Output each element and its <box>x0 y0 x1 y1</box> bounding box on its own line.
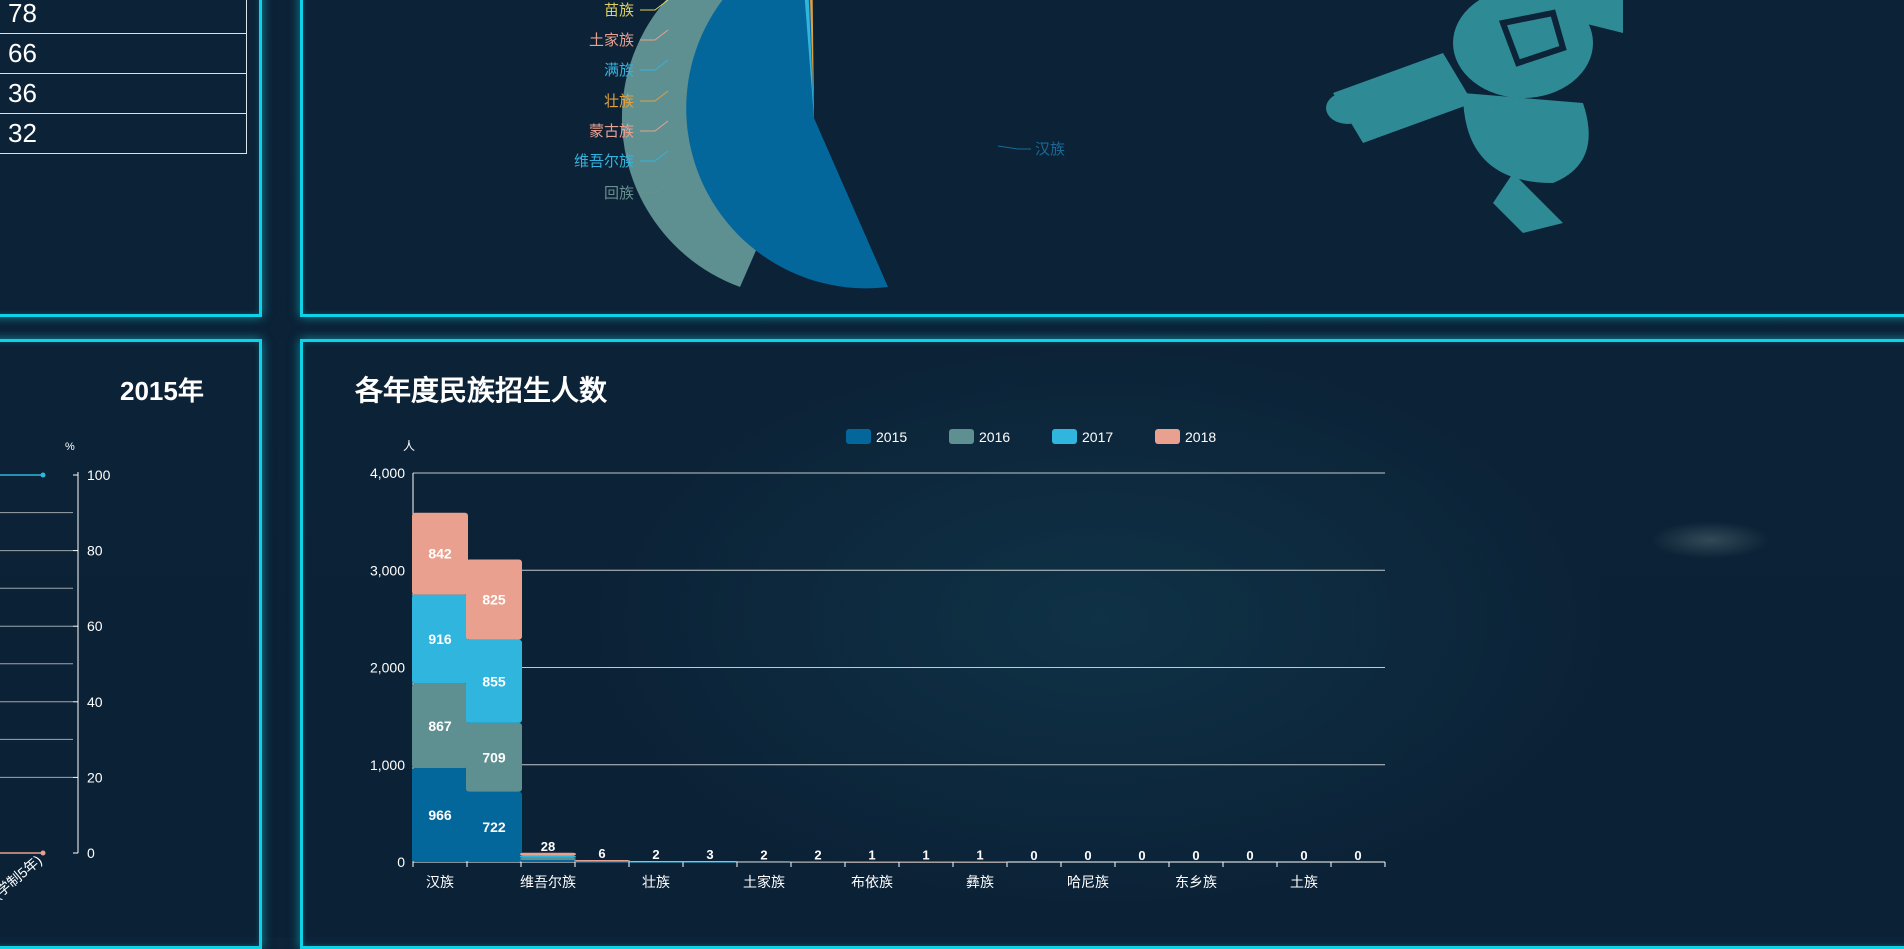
x-tick-label: 土家族 <box>743 874 785 890</box>
bar-chart-panel: 各年度民族招生人数 人 4,000 3,000 2,000 1,000 0 2015 2016… <box>300 339 1904 949</box>
pie-label-line <box>997 145 1031 150</box>
x-tick-label: 哈尼族 <box>1067 874 1109 890</box>
bar-segment <box>520 855 576 858</box>
pie-label: 壮族 <box>604 93 634 110</box>
table-row: 78 <box>0 0 247 34</box>
legend-swatch <box>846 429 871 444</box>
bar-total-label: 0 <box>1354 848 1361 863</box>
table-cell: 66 <box>0 33 247 74</box>
bar-chart: 人4,0003,0002,0001,00002015 2016 2017 201896… <box>370 429 1386 890</box>
pie-label: 土家族 <box>589 32 634 49</box>
bar-total-label: 1 <box>868 848 875 863</box>
bar-value-label: 709 <box>482 749 506 765</box>
bar-total-label: 0 <box>1030 848 1037 863</box>
bar-value-label: 966 <box>428 807 452 823</box>
left-y-tick-label: 20 <box>87 769 103 785</box>
left-series-point <box>40 850 46 856</box>
astronaut-mascot-icon <box>1326 0 1623 233</box>
table-row: 66 <box>0 33 247 74</box>
y-tick-label: 2,000 <box>370 660 405 676</box>
bar-value-label: 916 <box>428 631 452 647</box>
table-cell: 78 <box>0 0 247 34</box>
legend-swatch <box>949 429 974 444</box>
bar-total-label: 6 <box>598 846 605 861</box>
y-axis-unit: 人 <box>403 439 415 453</box>
left-x-label: (学制5年) <box>0 852 45 902</box>
y-tick-label: 3,000 <box>370 562 405 578</box>
left-y-tick-label: 60 <box>87 618 103 634</box>
bar-total-label: 2 <box>652 847 659 862</box>
left-y-tick-label: 80 <box>87 543 103 559</box>
bar-total-label: 0 <box>1084 848 1091 863</box>
bar-total-label: 0 <box>1300 848 1307 863</box>
bar-total-label: 2 <box>814 848 821 863</box>
ranking-panel: 78 66 36 32 <box>0 0 262 317</box>
x-tick-label: 土族 <box>1290 874 1318 890</box>
left-y-tick-label: 100 <box>87 467 111 483</box>
left-y-tick-label: 0 <box>87 845 95 861</box>
x-tick-label: 彝族 <box>966 874 994 890</box>
x-tick-label: 汉族 <box>426 874 454 890</box>
left-y-tick-label: 40 <box>87 694 103 710</box>
y-tick-label: 1,000 <box>370 757 405 773</box>
table-row: 36 <box>0 73 247 114</box>
left-chart: % 100 80 60 40 20 0 (学制5年) <box>0 441 111 902</box>
bar-total-label: 1 <box>976 848 983 863</box>
table-cell: 36 <box>0 73 247 114</box>
bar-total-label: 0 <box>1192 848 1199 863</box>
pie-label: 满族 <box>604 62 634 79</box>
x-tick-label: 布依族 <box>851 874 893 890</box>
x-tick-label: 东乡族 <box>1175 874 1217 890</box>
bar-value-label: 825 <box>482 592 506 608</box>
table-cell: 32 <box>0 113 247 154</box>
ranking-table: 78 66 36 32 <box>0 0 247 154</box>
bar-segment <box>520 860 576 862</box>
bar-total-label: 3 <box>706 847 713 862</box>
pie-label: 回族 <box>604 185 634 202</box>
bar-total-label: 0 <box>1138 848 1145 863</box>
legend-swatch <box>1052 429 1077 444</box>
x-tick-label: 维吾尔族 <box>520 874 576 890</box>
bar-value-label: 842 <box>428 546 452 562</box>
bar-value-label: 855 <box>482 673 506 689</box>
table-row: 32 <box>0 113 247 154</box>
legend-label: 2015 <box>876 429 907 445</box>
bar-total-label: 28 <box>541 839 555 854</box>
legend-swatch <box>1155 429 1180 444</box>
bar-total-label: 2 <box>760 847 767 862</box>
legend-label: 2016 <box>979 429 1010 445</box>
bar-total-label: 0 <box>1246 848 1253 863</box>
left-y-unit: % <box>65 441 75 453</box>
pie-label: 汉族 <box>1035 141 1065 158</box>
bar-value-label: 867 <box>428 718 452 734</box>
bar-segment <box>520 857 576 861</box>
pie-label: 苗族 <box>604 2 634 19</box>
pie-label: 维吾尔族 <box>574 153 634 170</box>
x-tick-label: 壮族 <box>642 874 670 890</box>
left-series-point <box>40 472 46 478</box>
pie-panel: 苗族土家族满族壮族蒙古族维吾尔族回族 汉族 <box>300 0 1904 317</box>
bar-value-label: 722 <box>482 819 506 835</box>
y-tick-label: 4,000 <box>370 465 405 481</box>
y-tick-label: 0 <box>397 854 405 870</box>
pie-label: 蒙古族 <box>589 123 634 140</box>
left-chart-panel: 2015年 % 100 80 60 40 20 0 (学制5年) <box>0 339 262 949</box>
legend-label: 2018 <box>1185 429 1216 445</box>
legend-label: 2017 <box>1082 429 1113 445</box>
bar-total-label: 1 <box>922 848 929 863</box>
pie-chart: 苗族土家族满族壮族蒙古族维吾尔族回族 汉族 <box>574 0 1065 289</box>
